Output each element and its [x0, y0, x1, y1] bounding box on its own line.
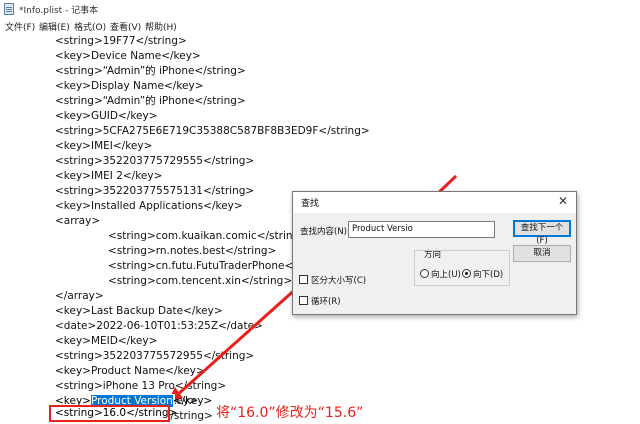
- arrow-line-to-value: [175, 285, 299, 398]
- annotation-text: 将“16.0”修改为“15.6”: [216, 405, 364, 421]
- dialog-title-bar: 查找 ✕: [293, 192, 576, 213]
- dialog-title: 查找: [301, 199, 320, 209]
- find-label: 查找内容(N):: [300, 227, 350, 237]
- cancel-button[interactable]: 取消: [513, 245, 571, 262]
- wrap-label: 循环(R): [311, 297, 341, 307]
- match-case-label: 区分大小写(C): [311, 276, 367, 286]
- direction-up-radio[interactable]: [420, 269, 429, 278]
- close-icon[interactable]: ✕: [558, 194, 568, 208]
- value-highlight-box: [49, 405, 170, 422]
- key-close-tag: </key>: [172, 395, 213, 407]
- find-input[interactable]: Product Versio: [348, 221, 495, 238]
- match-case-checkbox[interactable]: [299, 275, 308, 284]
- direction-down-label: 向下(D): [473, 270, 504, 280]
- direction-up-label: 向上(U): [431, 270, 461, 280]
- find-dialog: 查找 ✕ 查找内容(N): Product Versio 查找下一个(F) 取消…: [292, 191, 577, 315]
- wrap-checkbox[interactable]: [299, 296, 308, 305]
- find-next-button[interactable]: 查找下一个(F): [513, 220, 571, 246]
- direction-down-radio[interactable]: [462, 269, 471, 278]
